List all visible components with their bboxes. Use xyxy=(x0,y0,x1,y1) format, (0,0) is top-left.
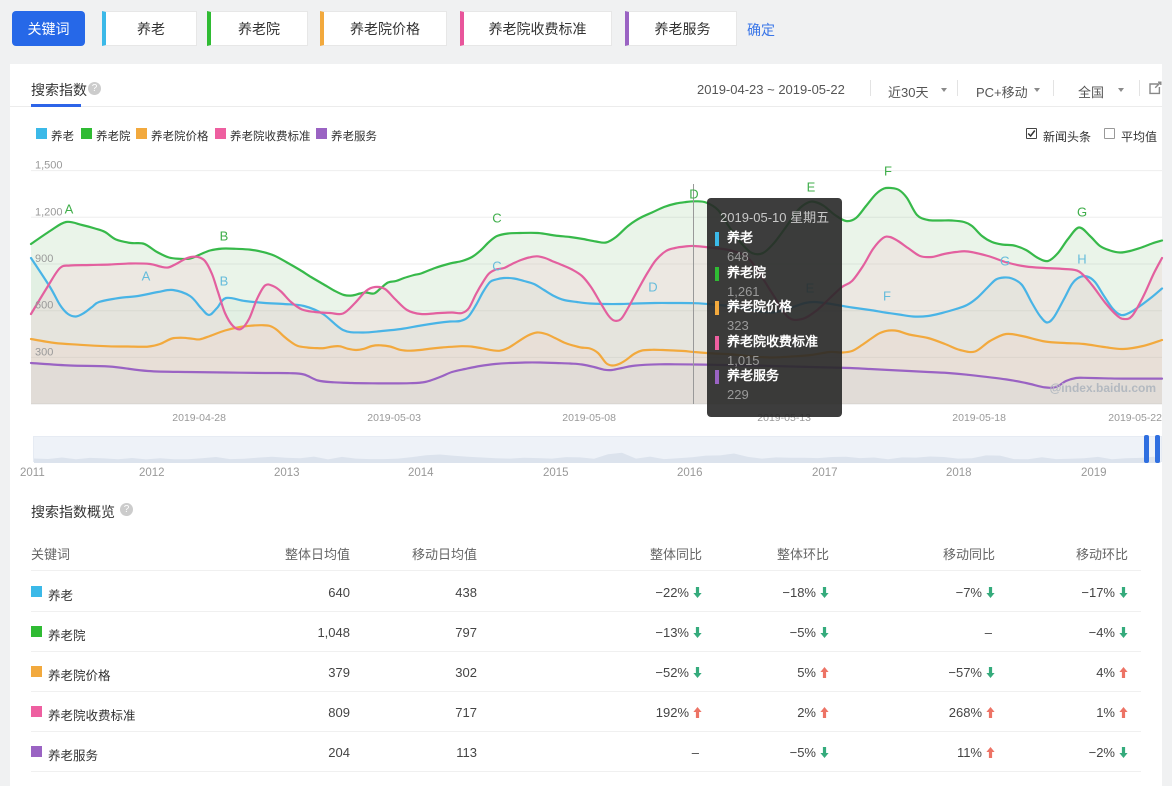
svg-text:A: A xyxy=(65,202,74,217)
svg-text:H: H xyxy=(1077,252,1086,267)
svg-text:@index.baidu.com: @index.baidu.com xyxy=(1050,381,1156,395)
svg-text:G: G xyxy=(1000,254,1010,269)
svg-text:2019-04-28: 2019-04-28 xyxy=(172,412,226,424)
svg-text:C: C xyxy=(492,211,501,226)
svg-text:2019-05-03: 2019-05-03 xyxy=(367,412,421,424)
svg-text:D: D xyxy=(648,280,657,295)
svg-text:E: E xyxy=(807,180,816,195)
svg-text:F: F xyxy=(884,164,892,179)
svg-text:300: 300 xyxy=(35,346,53,358)
svg-text:600: 600 xyxy=(35,300,53,312)
svg-text:2019-05-18: 2019-05-18 xyxy=(952,412,1006,424)
svg-text:2019-05-08: 2019-05-08 xyxy=(562,412,616,424)
svg-text:A: A xyxy=(142,269,151,284)
svg-text:D: D xyxy=(689,187,698,202)
svg-text:G: G xyxy=(1077,205,1087,220)
svg-text:C: C xyxy=(492,259,501,274)
svg-text:1,200: 1,200 xyxy=(35,206,63,218)
svg-text:2019-05-22: 2019-05-22 xyxy=(1108,412,1162,424)
svg-text:900: 900 xyxy=(35,253,53,265)
svg-text:F: F xyxy=(883,289,891,304)
svg-text:1,500: 1,500 xyxy=(35,160,63,172)
svg-text:B: B xyxy=(220,229,229,244)
svg-text:B: B xyxy=(220,274,229,289)
